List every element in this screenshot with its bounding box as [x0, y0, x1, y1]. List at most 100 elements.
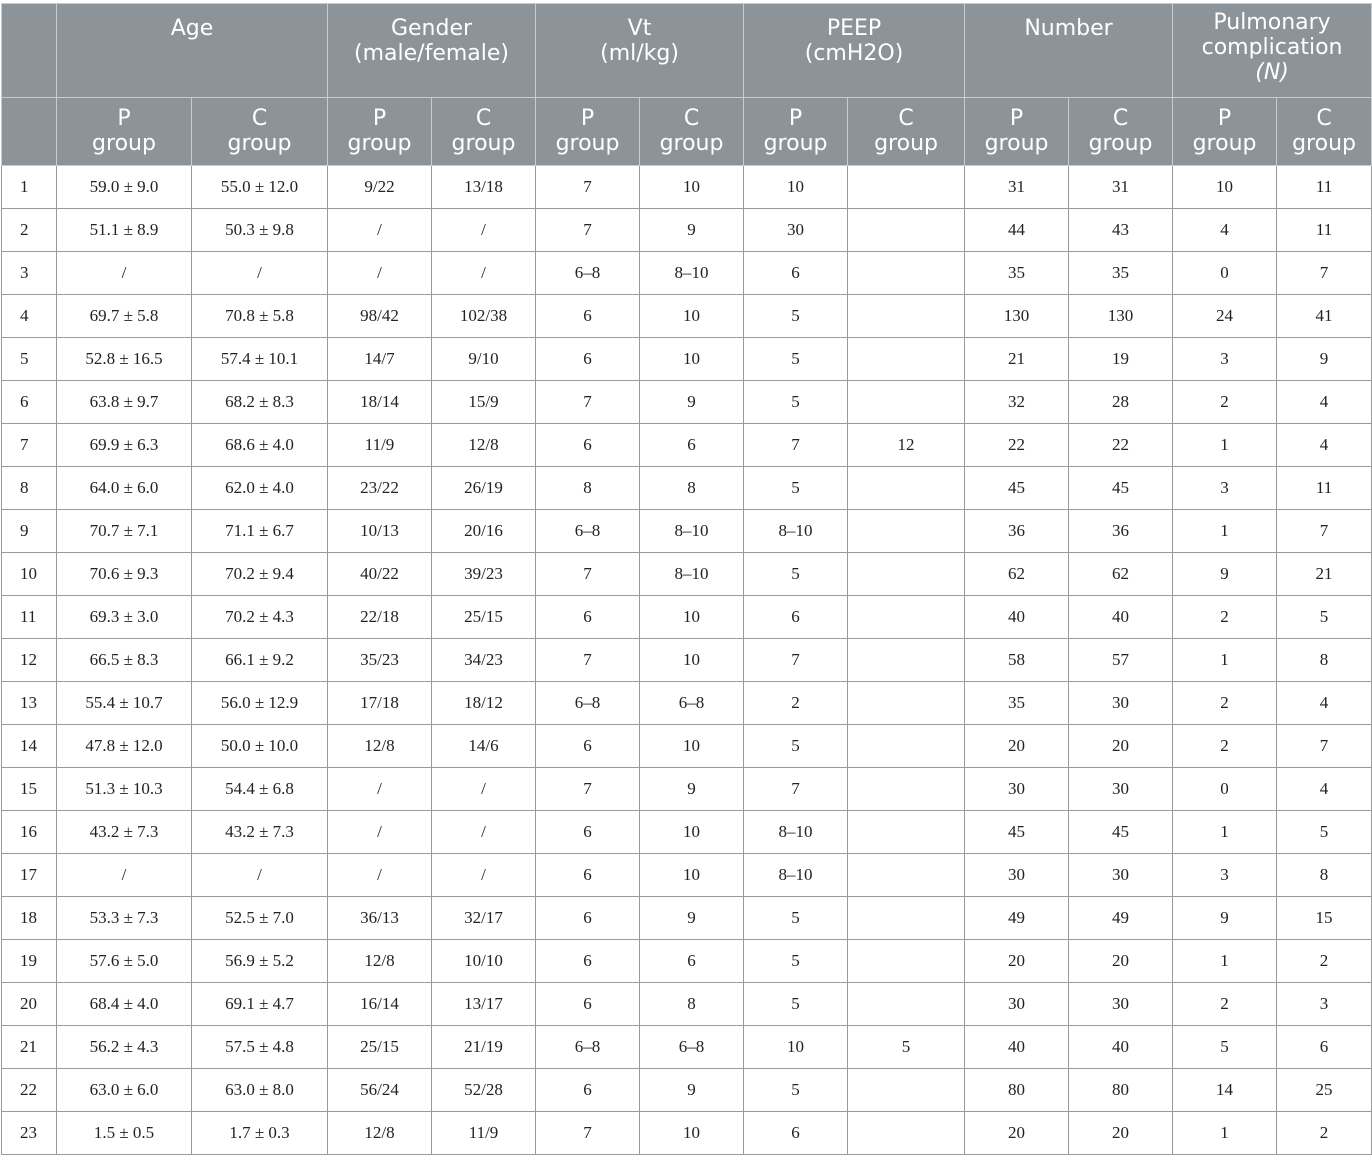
table-cell: 17/18: [327, 681, 432, 725]
row-index-cell: 14: [1, 724, 57, 768]
table-cell: 21: [1276, 552, 1372, 596]
table-cell: 5: [743, 552, 849, 596]
table-cell: 30: [743, 208, 849, 252]
table-cell: [847, 896, 966, 940]
row-index-cell: 10: [1, 552, 57, 596]
table-cell: 9: [1172, 896, 1278, 940]
row-index-cell: 4: [1, 294, 57, 338]
table-cell: 5: [1276, 810, 1372, 854]
table-cell: 5: [743, 294, 849, 338]
table-cell: 58: [964, 638, 1070, 682]
table-cell: 12/8: [327, 724, 432, 768]
table-cell: 11: [1276, 466, 1372, 510]
table-cell: 21/19: [430, 1025, 537, 1069]
table-cell: 50.3 ± 9.8: [191, 208, 328, 252]
header-number: Number: [964, 3, 1174, 98]
table-cell: 19: [1068, 337, 1174, 381]
table-cell: 6–8: [535, 681, 641, 725]
subheader-p-group: Pgroup: [964, 97, 1070, 166]
table-cell: 6–8: [639, 681, 745, 725]
table-cell: 5: [743, 1068, 849, 1112]
table-cell: 6: [535, 810, 641, 854]
table-cell: 2: [1172, 982, 1278, 1026]
table-cell: 68.6 ± 4.0: [191, 423, 328, 467]
table-row: 10 70.6 ± 9.3 70.2 ± 9.4 40/22 39/23 7 8–10 5 62…: [1, 552, 1372, 596]
table-cell: 57.5 ± 4.8: [191, 1025, 328, 1069]
table-cell: 5: [743, 466, 849, 510]
table-cell: 20: [964, 1111, 1070, 1155]
table-cell: 34/23: [430, 638, 537, 682]
subheader-c-group: Cgroup: [430, 97, 537, 166]
table-cell: 62.0 ± 4.0: [191, 466, 328, 510]
table-cell: [847, 552, 966, 596]
table-cell: 4: [1276, 767, 1372, 811]
table-cell: 18/14: [327, 380, 432, 424]
table-cell: 13/18: [430, 165, 537, 209]
table-cell: 35: [964, 251, 1070, 295]
table-cell: 53.3 ± 7.3: [56, 896, 192, 940]
table-cell: 6–8: [639, 1025, 745, 1069]
table-cell: 63.0 ± 6.0: [56, 1068, 192, 1112]
table-cell: 11: [1276, 208, 1372, 252]
table-cell: 25/15: [327, 1025, 432, 1069]
table-cell: 25/15: [430, 595, 537, 639]
table-cell: 70.7 ± 7.1: [56, 509, 192, 553]
table-cell: 56.0 ± 12.9: [191, 681, 328, 725]
table-cell: 8: [639, 466, 745, 510]
table-cell: 57: [1068, 638, 1174, 682]
table-cell: /: [430, 251, 537, 295]
table-cell: 41: [1276, 294, 1372, 338]
table-cell: 8–10: [743, 509, 849, 553]
table-cell: 10: [1172, 165, 1278, 209]
table-cell: 6: [535, 423, 641, 467]
table-cell: 0: [1172, 251, 1278, 295]
table-cell: 6: [639, 939, 745, 983]
table-cell: /: [191, 251, 328, 295]
table-row: 9 70.7 ± 7.1 71.1 ± 6.7 10/13 20/16 6–8 8–10 8–…: [1, 509, 1372, 553]
table-cell: /: [56, 251, 192, 295]
table-cell: 4: [1276, 380, 1372, 424]
table-row: 12 66.5 ± 8.3 66.1 ± 9.2 35/23 34/23 7 10 7 58 57…: [1, 638, 1372, 682]
table-cell: 16/14: [327, 982, 432, 1026]
table-cell: 7: [535, 767, 641, 811]
subheader-c-group: Cgroup: [639, 97, 745, 166]
table-cell: 45: [1068, 466, 1174, 510]
table-cell: 9: [1276, 337, 1372, 381]
table-cell: 45: [1068, 810, 1174, 854]
table-cell: 2: [1172, 724, 1278, 768]
table-cell: 35: [1068, 251, 1174, 295]
header-age: Age: [56, 3, 328, 98]
table-cell: 40: [1068, 1025, 1174, 1069]
table-cell: 9/22: [327, 165, 432, 209]
row-index-cell: 23: [1, 1111, 57, 1155]
table-cell: 63.0 ± 8.0: [191, 1068, 328, 1112]
table-row: 20 68.4 ± 4.0 69.1 ± 4.7 16/14 13/17 6 8 5 30 30 2…: [1, 982, 1372, 1026]
table-cell: 8: [1276, 638, 1372, 682]
table-cell: 5: [847, 1025, 966, 1069]
table-cell: 69.3 ± 3.0: [56, 595, 192, 639]
table-cell: 7: [1276, 509, 1372, 553]
table-cell: 9: [639, 1068, 745, 1112]
table-row: 17// //6 10 8–10 30 30 3 8: [1, 853, 1372, 897]
subheader-p-group: Pgroup: [535, 97, 641, 166]
table-row: 22 63.0 ± 6.0 63.0 ± 8.0 56/24 52/28 6 9 5 80 80 1…: [1, 1068, 1372, 1112]
table-cell: 10: [743, 1025, 849, 1069]
table-cell: 30: [1068, 767, 1174, 811]
table-cell: 3: [1172, 337, 1278, 381]
table-cell: [847, 681, 966, 725]
row-index-cell: 5: [1, 337, 57, 381]
row-index-cell: 7: [1, 423, 57, 467]
table-cell: 1: [1172, 638, 1278, 682]
table-cell: 130: [964, 294, 1070, 338]
subheader-c-group: Cgroup: [1276, 97, 1372, 166]
table-cell: 2: [1172, 380, 1278, 424]
table-cell: 4: [1172, 208, 1278, 252]
table-cell: 35/23: [327, 638, 432, 682]
table-cell: 57.4 ± 10.1: [191, 337, 328, 381]
table-cell: 20: [964, 724, 1070, 768]
table-cell: 40: [1068, 595, 1174, 639]
table-cell: 36: [964, 509, 1070, 553]
table-cell: 9: [639, 896, 745, 940]
table-cell: 52.5 ± 7.0: [191, 896, 328, 940]
table-cell: 14/6: [430, 724, 537, 768]
